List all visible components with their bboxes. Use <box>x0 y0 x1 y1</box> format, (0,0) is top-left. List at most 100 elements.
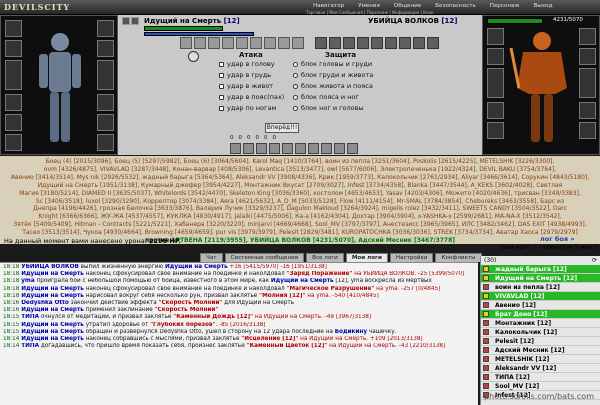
nav-item-skills[interactable]: Умения <box>351 3 387 9</box>
checkbox-icon[interactable] <box>219 72 224 78</box>
online-user[interactable]: METELSHIK [12] <box>481 355 600 364</box>
roster-line[interactable]: Sc [3406/3518], luxol [3290/3290], Корре… <box>6 198 594 206</box>
radio-icon[interactable] <box>293 72 298 78</box>
log-actor[interactable]: Идущий на Смерть <box>21 271 84 277</box>
roster-line[interactable]: Зятёк [5409/5409], Hitman - Contracts [5… <box>6 221 594 229</box>
enemy-team-list[interactable]: АРТВЕНА [2119/3955], УБИЙЦА ВОЛКОВ [4231… <box>171 237 455 244</box>
equip-slot-earring[interactable] <box>97 20 114 37</box>
online-user[interactable]: Pelesit [12] <box>481 337 600 346</box>
quick-item-3[interactable] <box>208 37 220 49</box>
spell-slot-7[interactable] <box>308 143 319 154</box>
refresh-icon[interactable] <box>188 51 199 62</box>
equip-slot-helmet[interactable] <box>5 20 22 37</box>
online-user[interactable]: VIVAVLAD [12] <box>481 292 600 301</box>
nav-item-exit[interactable]: Выход <box>527 3 560 9</box>
equip-slot-armor[interactable] <box>5 94 22 111</box>
spell-slot-8[interactable] <box>321 143 332 154</box>
log-actor[interactable]: УБИЙЦА ВОЛКОВ <box>21 264 79 270</box>
tab-all-logs[interactable]: Все логи <box>306 253 344 262</box>
quick-item-7[interactable] <box>264 37 276 49</box>
equip-slot-ring[interactable] <box>97 114 114 131</box>
nav-item-navigator[interactable]: Навигатор <box>306 3 351 9</box>
roster-line[interactable]: Боец (4) [2015/3096], Боец (5) [5297/598… <box>6 158 594 166</box>
block-legs-head-option[interactable]: блок ног и головы <box>293 104 364 112</box>
checkbox-icon[interactable] <box>219 61 224 67</box>
tab-conflicts[interactable]: Конфликты <box>435 253 482 262</box>
attack-head-option[interactable]: удар в голову <box>219 60 275 68</box>
equip-slot-gloves[interactable] <box>97 94 114 111</box>
quick-item-1[interactable] <box>180 37 192 49</box>
tab-system-messages[interactable]: Системные сообщения <box>224 253 305 262</box>
block-head-chest-option[interactable]: блок головы и груди <box>293 60 372 68</box>
equip-slot-shield[interactable] <box>97 60 114 90</box>
quick-item-4[interactable] <box>222 37 234 49</box>
equip-slot-weapon[interactable] <box>5 60 22 90</box>
log-actor[interactable]: Идущий на Смерть <box>21 336 84 342</box>
log-actor[interactable]: ТИПА <box>21 343 39 349</box>
online-user[interactable]: Брат Доно [12] <box>481 310 600 319</box>
spell-slot-1[interactable] <box>230 143 241 154</box>
block-chest-stomach-option[interactable]: блок груди и живота <box>293 71 373 79</box>
tab-chat[interactable]: Чат <box>200 253 223 262</box>
tab-my-logs[interactable]: Мои логи <box>345 253 388 262</box>
radio-icon[interactable] <box>293 83 298 89</box>
roster-line[interactable]: Тасео [3513/3514], Чукоа [4930/4664], Br… <box>6 229 594 237</box>
quick-item-5[interactable] <box>236 37 248 49</box>
equip-slot-boots[interactable] <box>5 134 22 151</box>
quick-item-8[interactable] <box>278 37 290 49</box>
log-target[interactable]: Бодикину <box>335 329 367 335</box>
log-actor[interactable]: Идущий на Смерть <box>21 286 84 292</box>
online-user[interactable]: ТИПА [12] <box>481 373 600 382</box>
equip-slot-belt[interactable] <box>5 114 22 131</box>
equip-slot-amulet[interactable] <box>5 40 22 57</box>
spell-slot-2[interactable] <box>243 143 254 154</box>
roster-line[interactable]: Авенио [3414/3514], Mys nik [2926/5532],… <box>6 174 594 182</box>
roster-line[interactable]: Идущий на Смерть [1951/3138], Кумарный д… <box>6 182 594 190</box>
online-user[interactable]: Sool_MV [12] <box>481 382 600 391</box>
online-user[interactable]: Монтажник [12] <box>481 319 600 328</box>
log-actor[interactable]: Идущий на Смерть <box>21 322 84 328</box>
roster-line[interactable]: ovm [4326/4875], VIVAVLAD [3287/3448], К… <box>6 166 594 174</box>
quick-item-2[interactable] <box>194 37 206 49</box>
refresh-icon[interactable]: ⟳ <box>592 257 597 264</box>
log-actor[interactable]: Идущий на Смерть <box>21 293 84 299</box>
block-stomach-belt-option[interactable]: блок живота и пояса <box>293 82 373 90</box>
equip-slot-legs[interactable] <box>97 134 114 151</box>
online-user[interactable]: Адский Месник [12] <box>481 346 600 355</box>
online-user[interactable]: Aleksandr VV [12] <box>481 364 600 373</box>
roster-line[interactable]: Магия [3180/5214], DIAMED II [3635/5037]… <box>6 190 594 198</box>
online-user[interactable]: жадный барыга [12] <box>481 265 600 274</box>
attack-chest-option[interactable]: удар в грудь <box>219 71 271 79</box>
spell-slot-4[interactable] <box>269 143 280 154</box>
radio-icon[interactable] <box>293 61 298 67</box>
attack-legs-option[interactable]: удар по ногам <box>219 104 276 112</box>
nav-item-character[interactable]: Персонаж <box>483 3 527 9</box>
tab-settings[interactable]: Настройки <box>389 253 434 262</box>
roster-line[interactable]: Knight [6366/6366], ЖУ-ЖА [4537/4557], К… <box>6 213 594 221</box>
battle-log-link[interactable]: лог боя » <box>540 235 575 243</box>
checkbox-icon[interactable] <box>219 83 224 89</box>
log-actor[interactable]: yma <box>21 278 34 284</box>
log-target[interactable]: Идущий на Смерть <box>165 264 228 270</box>
log-actor[interactable]: Dedyshka Otto <box>21 300 69 306</box>
log-actor[interactable]: ТИПА <box>21 314 39 320</box>
forward-button[interactable]: Вперёд!!! <box>265 123 299 133</box>
enemy-name[interactable]: УБИЙЦА ВОЛКОВ [12] <box>368 17 457 25</box>
nav-item-chat[interactable]: Общение <box>387 3 428 9</box>
online-user[interactable]: Идущий на Смерть [12] <box>481 274 600 283</box>
spell-slot-9[interactable] <box>334 143 345 154</box>
player-name[interactable]: Идущий на Смерть [12] <box>144 17 240 25</box>
online-user[interactable]: Авенио [12] <box>481 301 600 310</box>
nav-item-security[interactable]: Безопасность <box>428 3 483 9</box>
log-target[interactable]: Идущий на Смерть <box>271 278 334 284</box>
log-actor[interactable]: Идущий на Смерть <box>21 307 84 313</box>
online-user[interactable]: воин из пепла [12] <box>481 283 600 292</box>
radio-icon[interactable] <box>293 105 298 111</box>
checkbox-icon[interactable] <box>219 94 224 100</box>
radio-icon[interactable] <box>293 94 298 100</box>
quick-item-6[interactable] <box>250 37 262 49</box>
attack-groin-option[interactable]: удар в пояс(пах) <box>219 93 284 101</box>
quick-item-9[interactable] <box>292 37 304 49</box>
equip-slot-bracer[interactable] <box>97 40 114 57</box>
log-actor[interactable]: Идущий на Смерть <box>21 329 84 335</box>
